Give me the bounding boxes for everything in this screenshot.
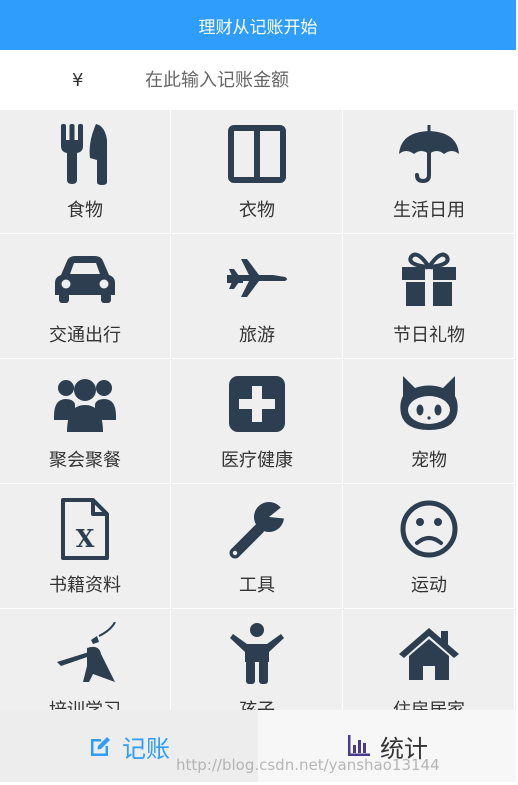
gift-icon <box>402 252 456 306</box>
category-child[interactable]: 孩子 <box>172 610 343 710</box>
category-pet[interactable]: 宠物 <box>344 360 515 484</box>
category-grid: 食物 衣物 生活日用 交通出行 旅游 节日礼物 聚会聚餐 医疗健康 宠物 X 书… <box>0 110 516 710</box>
category-label: 医疗健康 <box>221 450 293 471</box>
category-books[interactable]: X 书籍资料 <box>0 485 171 609</box>
watermark-text: http://blog.csdn.net/yanshao13144 <box>176 756 440 774</box>
wrench-icon <box>229 501 289 559</box>
child-icon <box>230 623 284 684</box>
warrior-icon <box>57 622 116 682</box>
category-sports[interactable]: 运动 <box>344 485 515 609</box>
medical-plus-icon <box>229 376 285 432</box>
category-training[interactable]: 培训学习 <box>0 610 171 710</box>
category-transport[interactable]: 交通出行 <box>0 235 171 359</box>
category-clothing[interactable]: 衣物 <box>172 110 343 234</box>
home-icon <box>399 628 459 680</box>
users-icon <box>54 379 116 432</box>
category-label: 食物 <box>67 200 103 221</box>
category-label: 旅游 <box>239 325 275 346</box>
wardrobe-icon <box>228 125 286 183</box>
frown-face-icon <box>400 500 458 558</box>
tab-label: 记账 <box>122 734 170 763</box>
category-label: 工具 <box>239 575 275 596</box>
app-header: 理财从记账开始 <box>0 0 516 50</box>
category-daily-use[interactable]: 生活日用 <box>344 110 515 234</box>
amount-input[interactable] <box>145 69 475 91</box>
category-label: 节日礼物 <box>393 325 465 346</box>
fighter-jet-icon <box>227 259 287 297</box>
cutlery-icon <box>61 124 107 185</box>
category-label: 住房居家 <box>344 696 514 710</box>
category-label: 聚会聚餐 <box>49 450 121 471</box>
category-label: 交通出行 <box>49 325 121 346</box>
category-holiday-gift[interactable]: 节日礼物 <box>344 235 515 359</box>
category-housing[interactable]: 住房居家 <box>344 610 515 710</box>
github-cat-icon <box>400 376 458 430</box>
car-icon <box>55 256 115 303</box>
category-label: 宠物 <box>411 450 447 471</box>
category-gathering[interactable]: 聚会聚餐 <box>0 360 171 484</box>
umbrella-icon <box>399 125 459 184</box>
edit-icon <box>91 737 110 756</box>
category-label: 运动 <box>411 575 447 596</box>
category-label: 生活日用 <box>393 200 465 221</box>
currency-symbol: ¥ <box>72 69 84 91</box>
category-tools[interactable]: 工具 <box>172 485 343 609</box>
category-travel[interactable]: 旅游 <box>172 235 343 359</box>
category-medical[interactable]: 医疗健康 <box>172 360 343 484</box>
amount-row: ¥ <box>0 50 516 111</box>
category-food[interactable]: 食物 <box>0 110 171 234</box>
category-label: 培训学习 <box>0 696 170 710</box>
category-label: 衣物 <box>239 200 275 221</box>
category-label: 书籍资料 <box>49 575 121 596</box>
svg-text:X: X <box>76 524 95 553</box>
excel-file-icon: X <box>61 498 109 560</box>
category-label: 孩子 <box>172 696 342 710</box>
page-title: 理财从记账开始 <box>198 17 318 38</box>
